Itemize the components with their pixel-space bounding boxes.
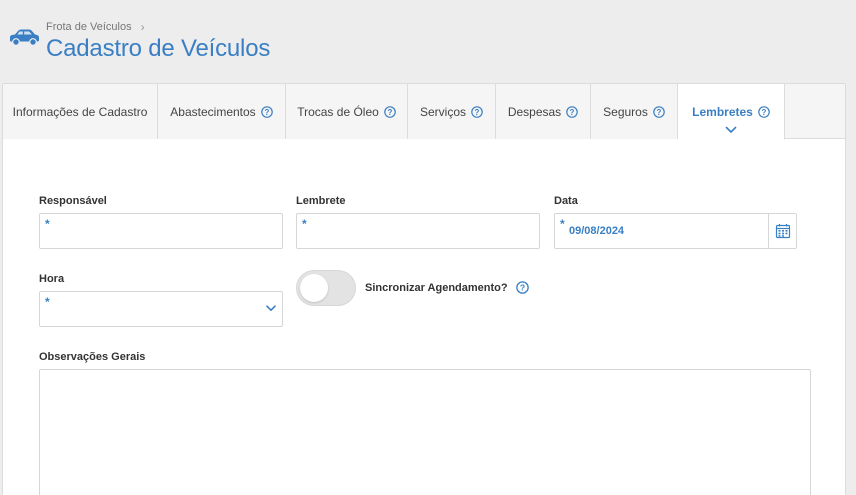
data-input[interactable]: * 09/08/2024 [554, 213, 797, 249]
observacoes-label: Observações Gerais [39, 351, 146, 363]
toggle-knob [300, 274, 328, 302]
help-icon[interactable]: ? [383, 105, 396, 118]
page-header: Frota de Veículos › Cadastro de Veículos [0, 0, 856, 84]
responsavel-input[interactable]: * [39, 213, 283, 249]
help-icon[interactable]: ? [260, 105, 273, 118]
tab-despesas[interactable]: Despesas ? [496, 84, 591, 139]
required-mark: * [45, 295, 50, 309]
tab-informacoes-cadastro[interactable]: Informações de Cadastro [3, 84, 158, 139]
required-mark: * [302, 217, 307, 231]
sincronizar-label-text: Sincronizar Agendamento? [365, 281, 508, 294]
tab-trocas-de-oleo[interactable]: Trocas de Óleo ? [286, 84, 408, 139]
svg-text:?: ? [656, 107, 661, 116]
tab-label: Seguros [603, 104, 648, 119]
svg-text:?: ? [387, 107, 392, 116]
tab-label: Lembretes [692, 104, 753, 119]
lembrete-label: Lembrete [296, 195, 346, 207]
hora-label: Hora [39, 273, 65, 285]
help-icon[interactable]: ? [758, 105, 770, 118]
sincronizar-label: Sincronizar Agendamento? ? [365, 281, 529, 294]
svg-text:?: ? [264, 107, 269, 116]
calendar-icon [775, 224, 790, 239]
tab-bar: Informações de Cadastro Abastecimentos ?… [3, 84, 845, 140]
form-card: Informações de Cadastro Abastecimentos ?… [2, 83, 846, 495]
observacoes-textarea[interactable] [39, 369, 811, 495]
chevron-down-icon [725, 126, 737, 133]
page-title: Cadastro de Veículos [46, 35, 271, 62]
car-icon [10, 29, 39, 46]
tab-servicos[interactable]: Serviços ? [408, 84, 496, 139]
help-icon[interactable]: ? [515, 281, 529, 294]
data-value: 09/08/2024 [569, 225, 625, 237]
data-label: Data [554, 195, 578, 207]
svg-text:?: ? [519, 283, 524, 293]
svg-text:?: ? [475, 107, 480, 116]
required-mark: * [560, 217, 565, 231]
lembrete-input[interactable]: * [296, 213, 540, 249]
chevron-down-icon [266, 305, 276, 311]
svg-text:?: ? [570, 107, 575, 116]
breadcrumb: Frota de Veículos › [46, 20, 145, 34]
sincronizar-toggle[interactable] [296, 270, 356, 306]
hora-select[interactable]: * [39, 291, 283, 327]
tab-label: Abastecimentos [170, 104, 256, 119]
help-icon[interactable]: ? [566, 105, 578, 118]
tab-seguros[interactable]: Seguros ? [591, 84, 678, 139]
help-icon[interactable]: ? [653, 105, 665, 118]
tab-label: Serviços [419, 104, 466, 119]
responsavel-label: Responsável [39, 195, 107, 207]
breadcrumb-item[interactable]: Frota de Veículos [46, 21, 132, 33]
tab-lembretes[interactable]: Lembretes ? [678, 84, 785, 140]
required-mark: * [45, 217, 50, 231]
tab-label: Trocas de Óleo [297, 104, 379, 119]
calendar-button[interactable] [768, 214, 796, 248]
help-icon[interactable]: ? [471, 105, 483, 118]
svg-text:?: ? [761, 107, 766, 116]
tab-abastecimentos[interactable]: Abastecimentos ? [158, 84, 286, 139]
tab-label: Despesas [507, 104, 562, 119]
chevron-right-icon: › [140, 20, 145, 34]
tab-label: Informações de Cadastro [12, 104, 148, 119]
